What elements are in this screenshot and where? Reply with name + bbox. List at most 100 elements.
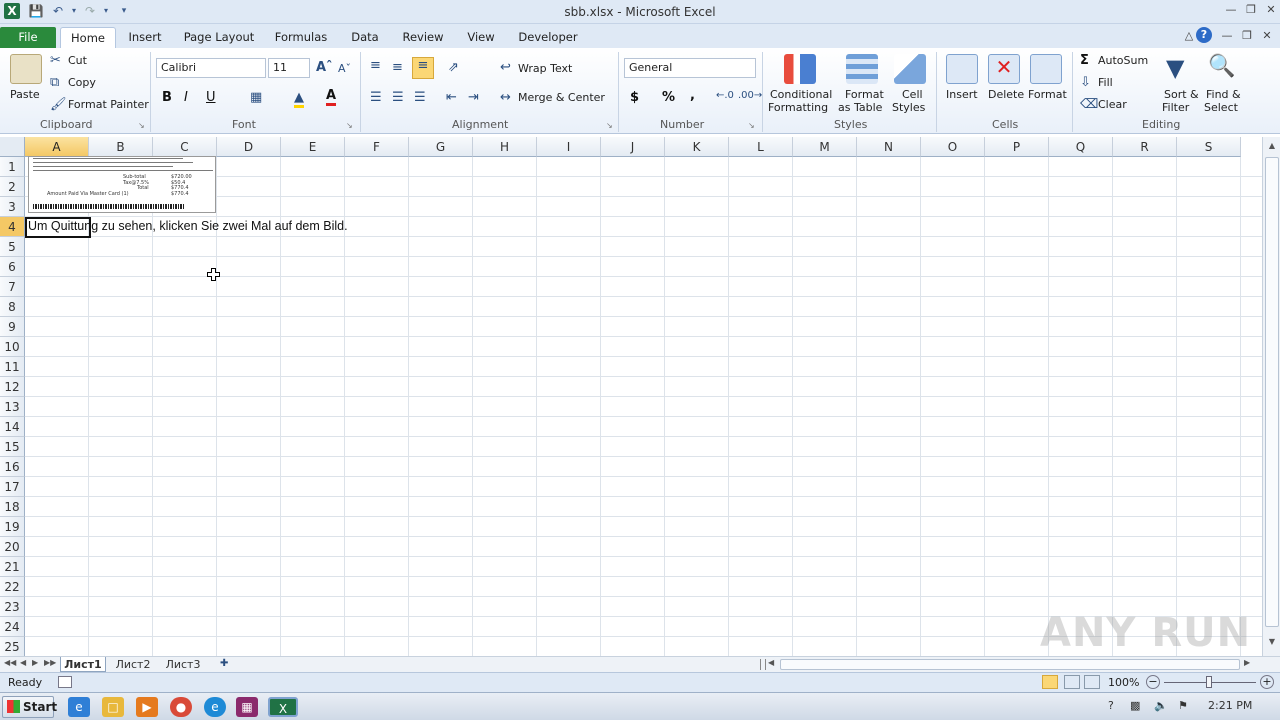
winrar-icon[interactable]: ▦ bbox=[236, 697, 258, 717]
sheet-tab-3[interactable]: Лист3 bbox=[160, 657, 206, 672]
restore-icon[interactable]: ❐ bbox=[1242, 2, 1260, 18]
tab-data[interactable]: Data bbox=[344, 27, 386, 48]
tab-home[interactable]: Home bbox=[60, 27, 116, 48]
clipboard-launcher-icon[interactable]: ↘ bbox=[138, 121, 145, 130]
orientation-icon[interactable]: ⇗ bbox=[448, 60, 459, 75]
scroll-up-icon[interactable]: ▲ bbox=[1266, 141, 1278, 153]
format-cells-button[interactable]: Format bbox=[1028, 88, 1067, 101]
row-header[interactable]: 17 bbox=[0, 477, 25, 497]
cut-icon[interactable]: ✂ bbox=[50, 53, 61, 68]
minimize-icon[interactable]: — bbox=[1222, 2, 1240, 18]
copy-icon[interactable]: ⧉ bbox=[50, 75, 59, 90]
copy-button[interactable]: Copy bbox=[68, 76, 96, 89]
tray-volume-icon[interactable]: 🔈 bbox=[1154, 699, 1168, 712]
horizontal-scroll-thumb[interactable] bbox=[780, 659, 1240, 670]
tab-page-layout[interactable]: Page Layout bbox=[180, 27, 258, 48]
align-middle-icon[interactable]: ≡ bbox=[392, 60, 403, 75]
excel-taskbar-icon[interactable]: X bbox=[268, 697, 298, 717]
align-center-icon[interactable]: ☰ bbox=[392, 90, 404, 105]
sort-filter-label[interactable]: Sort & bbox=[1164, 88, 1199, 101]
conditional-formatting-label[interactable]: Conditional bbox=[770, 88, 832, 101]
fill-button[interactable]: Fill bbox=[1098, 76, 1113, 89]
row-header[interactable]: 10 bbox=[0, 337, 25, 357]
column-header[interactable]: C bbox=[153, 137, 217, 157]
decrease-indent-icon[interactable]: ⇤ bbox=[446, 90, 457, 105]
merge-center-button[interactable]: Merge & Center bbox=[518, 91, 605, 104]
ie-icon[interactable]: e bbox=[68, 697, 90, 717]
format-as-table-icon[interactable] bbox=[846, 54, 878, 84]
grow-font-icon[interactable]: Aˆ bbox=[316, 60, 333, 75]
row-header[interactable]: 15 bbox=[0, 437, 25, 457]
currency-button[interactable]: $ bbox=[630, 90, 639, 105]
format-as-table-label-2[interactable]: as Table bbox=[838, 101, 882, 114]
tab-formulas[interactable]: Formulas bbox=[268, 27, 334, 48]
tab-view[interactable]: View bbox=[460, 27, 502, 48]
decrease-decimal-icon[interactable]: .00→ bbox=[738, 90, 762, 101]
media-player-icon[interactable]: ▶ bbox=[136, 697, 158, 717]
row-header[interactable]: 18 bbox=[0, 497, 25, 517]
help-icon[interactable]: ? bbox=[1196, 27, 1212, 43]
underline-button[interactable]: U bbox=[206, 90, 216, 105]
doc-restore-icon[interactable]: ❐ bbox=[1238, 28, 1256, 44]
doc-close-icon[interactable]: ✕ bbox=[1258, 28, 1276, 44]
doc-minimize-icon[interactable]: — bbox=[1218, 28, 1236, 44]
close-icon[interactable]: ✕ bbox=[1262, 2, 1280, 18]
autosum-icon[interactable]: Σ bbox=[1080, 53, 1089, 68]
fill-color-icon[interactable]: ▲ bbox=[294, 90, 304, 108]
column-header[interactable]: A bbox=[25, 137, 89, 157]
column-header[interactable]: L bbox=[729, 137, 793, 157]
align-left-icon[interactable]: ☰ bbox=[370, 90, 382, 105]
italic-button[interactable]: I bbox=[184, 90, 188, 105]
row-header[interactable]: 9 bbox=[0, 317, 25, 337]
macro-record-icon[interactable] bbox=[58, 676, 72, 688]
zoom-slider-thumb[interactable] bbox=[1206, 676, 1212, 688]
cell-styles-label[interactable]: Cell bbox=[902, 88, 923, 101]
row-header[interactable]: 21 bbox=[0, 557, 25, 577]
column-header[interactable]: O bbox=[921, 137, 985, 157]
column-header[interactable]: E bbox=[281, 137, 345, 157]
sort-filter-label-2[interactable]: Filter bbox=[1162, 101, 1189, 114]
row-header[interactable]: 8 bbox=[0, 297, 25, 317]
cell-styles-label-2[interactable]: Styles bbox=[892, 101, 925, 114]
find-select-label[interactable]: Find & bbox=[1206, 88, 1241, 101]
column-header[interactable]: M bbox=[793, 137, 857, 157]
tab-developer[interactable]: Developer bbox=[514, 27, 582, 48]
find-select-icon[interactable]: 🔍 bbox=[1208, 54, 1235, 79]
row-header[interactable]: 13 bbox=[0, 397, 25, 417]
delete-cells-icon[interactable]: ✕ bbox=[988, 54, 1020, 84]
tab-insert[interactable]: Insert bbox=[122, 27, 168, 48]
column-header[interactable]: P bbox=[985, 137, 1049, 157]
conditional-formatting-label-2[interactable]: Formatting bbox=[768, 101, 828, 114]
row-header[interactable]: 4 bbox=[0, 217, 25, 237]
column-header[interactable]: S bbox=[1177, 137, 1241, 157]
zoom-level[interactable]: 100% bbox=[1108, 676, 1139, 689]
sheet-tab-1[interactable]: Лист1 bbox=[60, 657, 106, 672]
borders-icon[interactable]: ▦ bbox=[250, 90, 262, 105]
column-header[interactable]: N bbox=[857, 137, 921, 157]
tray-help-icon[interactable]: ? bbox=[1108, 699, 1114, 712]
column-header[interactable]: G bbox=[409, 137, 473, 157]
column-header[interactable]: B bbox=[89, 137, 153, 157]
vertical-scroll-thumb[interactable] bbox=[1265, 157, 1279, 627]
next-sheet-icon[interactable]: ▶ bbox=[32, 658, 38, 667]
format-cells-icon[interactable] bbox=[1030, 54, 1062, 84]
row-header[interactable]: 11 bbox=[0, 357, 25, 377]
start-button[interactable]: Start bbox=[2, 696, 57, 718]
scroll-down-icon[interactable]: ▼ bbox=[1266, 637, 1278, 649]
increase-indent-icon[interactable]: ⇥ bbox=[468, 90, 479, 105]
clear-button[interactable]: Clear bbox=[1098, 98, 1127, 111]
bold-button[interactable]: B bbox=[162, 90, 172, 105]
row-header[interactable]: 7 bbox=[0, 277, 25, 297]
clear-icon[interactable]: ⌫ bbox=[1080, 97, 1098, 112]
edge-icon[interactable]: e bbox=[204, 697, 226, 717]
merge-center-icon[interactable]: ↔ bbox=[500, 90, 511, 105]
column-header[interactable]: R bbox=[1113, 137, 1177, 157]
sort-filter-icon[interactable]: ▼ bbox=[1166, 54, 1184, 82]
autosum-button[interactable]: AutoSum bbox=[1098, 54, 1148, 67]
paste-button[interactable]: Paste bbox=[10, 88, 40, 101]
number-format-box[interactable]: General bbox=[624, 58, 756, 78]
column-header[interactable]: F bbox=[345, 137, 409, 157]
last-sheet-icon[interactable]: ▶▶ bbox=[44, 658, 56, 667]
prev-sheet-icon[interactable]: ◀ bbox=[20, 658, 26, 667]
cut-button[interactable]: Cut bbox=[68, 54, 87, 67]
